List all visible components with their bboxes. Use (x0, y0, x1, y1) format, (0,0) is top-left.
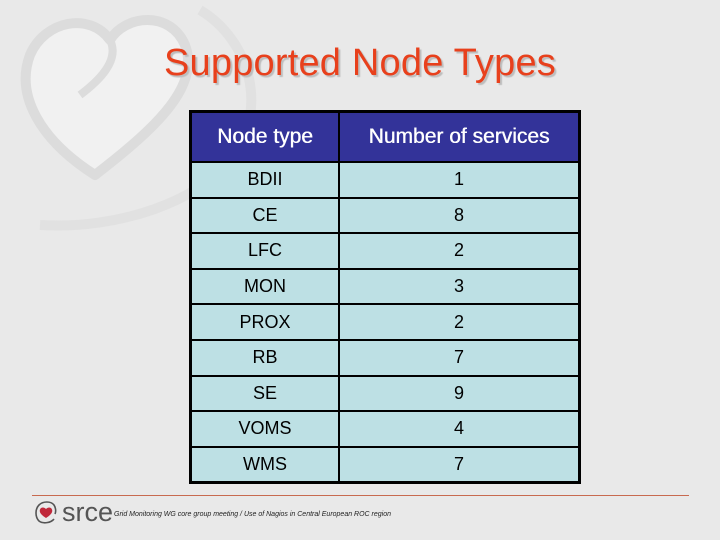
table-row: MON 3 (189, 267, 581, 306)
table-row: SE 9 (189, 374, 581, 413)
cell-node-type: VOMS (189, 410, 340, 448)
heart-at-icon (35, 501, 57, 524)
cell-services: 1 (338, 161, 581, 199)
table-row: WMS 7 (189, 445, 581, 484)
cell-node-type: SE (189, 374, 340, 413)
srce-brand-logo: srce (62, 497, 114, 527)
header-number-of-services: Number of services (338, 110, 581, 163)
header-node-type: Node type (189, 110, 340, 163)
table-row: PROX 2 (189, 303, 581, 341)
cell-services: 2 (338, 232, 581, 270)
cell-node-type: CE (189, 196, 340, 235)
cell-services: 8 (338, 196, 581, 235)
cell-node-type: BDII (189, 161, 340, 199)
table-row: VOMS 4 (189, 410, 581, 448)
cell-services: 2 (338, 303, 581, 341)
cell-node-type: RB (189, 338, 340, 377)
cell-node-type: LFC (189, 232, 340, 270)
cell-services: 7 (338, 445, 581, 484)
cell-node-type: MON (189, 267, 340, 306)
table-row: CE 8 (189, 196, 581, 235)
table-row: BDII 1 (189, 161, 581, 199)
table-header-row: Node type Number of services (189, 110, 581, 163)
cell-services: 3 (338, 267, 581, 306)
footer-text: Grid Monitoring WG core group meeting / … (114, 511, 392, 518)
node-types-table: Node type Number of services BDII 1 CE 8… (189, 110, 581, 485)
cell-services: 9 (338, 374, 581, 413)
table-row: RB 7 (189, 338, 581, 377)
cell-node-type: PROX (189, 303, 340, 341)
footer-divider (32, 495, 689, 496)
table-row: LFC 2 (189, 232, 581, 270)
cell-services: 7 (338, 338, 581, 377)
cell-node-type: WMS (189, 445, 340, 484)
slide-title: Supported Node Types (163, 42, 556, 84)
cell-services: 4 (338, 410, 581, 448)
